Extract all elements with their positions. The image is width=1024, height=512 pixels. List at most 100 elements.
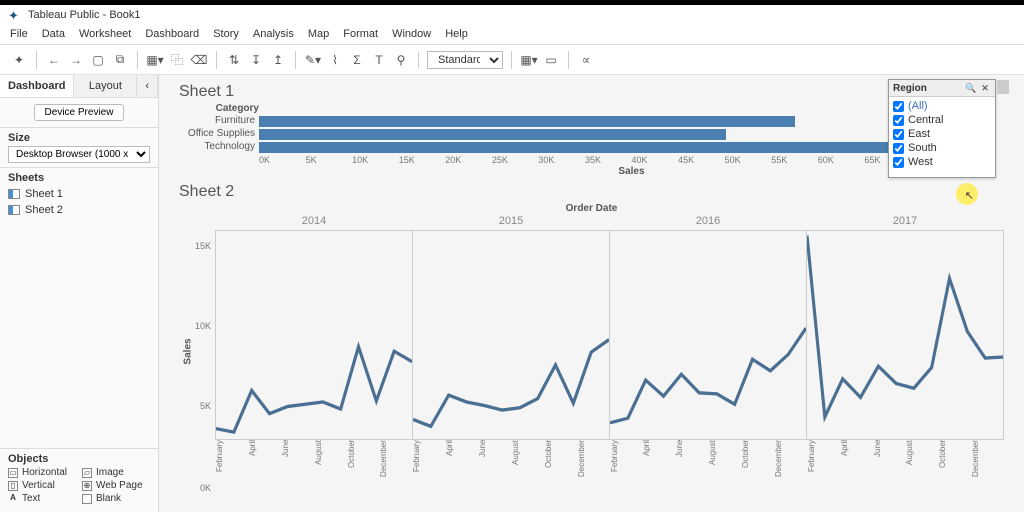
labels-icon[interactable]: T [370,51,388,69]
tab-layout[interactable]: Layout [74,75,137,97]
image-icon: ▱ [82,468,92,478]
object-webpage[interactable]: ⊕Web Page [82,480,150,491]
menu-story[interactable]: Story [213,28,239,40]
chart2-xtick: April [642,440,675,488]
chart2-panel-2017[interactable]: 2017 [807,231,1003,439]
chart2-xtick: February [412,440,445,488]
sheet-list-item[interactable]: Sheet 2 [8,202,150,218]
menu-analysis[interactable]: Analysis [253,28,294,40]
chart1-xtick: 20K [445,155,492,165]
chart2-xtick: August [314,440,347,488]
dashboard-canvas[interactable]: Sheet 1 Category Furniture Office Suppli… [159,75,1024,512]
menu-format[interactable]: Format [343,28,378,40]
filter-checkbox[interactable] [893,157,904,168]
filter-checkbox[interactable] [893,143,904,154]
globe-icon: ⊕ [82,481,92,491]
totals-icon[interactable]: Σ [348,51,366,69]
new-worksheet-icon[interactable]: ▦▾ [146,51,164,69]
filter-close-icon[interactable]: ✕ [979,82,991,94]
sheet1-chart[interactable]: Category Furniture Office Supplies Techn… [179,103,1004,177]
bar-office-supplies[interactable] [259,129,726,140]
bar-furniture[interactable] [259,116,795,127]
region-filter-card[interactable]: Region 🔍 ✕ (All)CentralEastSouthWest [888,79,996,178]
chart2-xtick: October [347,440,380,488]
object-horizontal[interactable]: ▭Horizontal [8,467,76,478]
filter-option[interactable]: South [893,141,991,155]
menu-file[interactable]: File [10,28,28,40]
chart2-xtick: December [774,440,807,488]
sheets-label: Sheets [8,172,150,184]
filter-option[interactable]: West [893,155,991,169]
duplicate-icon[interactable]: ⿻ [168,51,186,69]
highlight-icon[interactable]: ✎▾ [304,51,322,69]
chart2-xtick: June [873,440,906,488]
object-vertical[interactable]: ▯Vertical [8,480,76,491]
worksheet-icon [8,205,20,215]
sheet-name: Sheet 1 [25,188,63,200]
object-text[interactable]: AText [8,493,76,504]
chart1-xtick: 55K [771,155,818,165]
sidebar: Dashboard Layout ‹ Device Preview Size D… [0,75,159,512]
chart2-xtick: August [708,440,741,488]
tableau-logo-icon [8,8,22,22]
menu-dashboard[interactable]: Dashboard [145,28,199,40]
pin-icon[interactable]: ⚲ [392,51,410,69]
presentation-icon[interactable]: ▭ [542,51,560,69]
tableau-icon[interactable]: ✦ [10,51,28,69]
object-blank[interactable]: Blank [82,493,150,504]
size-dropdown[interactable]: Desktop Browser (1000 x 800) [8,146,150,163]
filter-option[interactable]: East [893,127,991,141]
menu-window[interactable]: Window [392,28,431,40]
fit-dropdown[interactable]: Standard [427,51,503,69]
blank-icon [82,494,92,504]
undo-icon[interactable]: ← [45,51,63,69]
chart1-xtick: 45K [678,155,725,165]
chart1-xtick: 10K [352,155,399,165]
sheet2-title: Sheet 2 [179,183,1004,201]
share-icon[interactable]: ∝ [577,51,595,69]
chart2-xtick: June [281,440,314,488]
redo-icon[interactable]: → [67,51,85,69]
filter-option-label: (All) [908,100,928,112]
menu-map[interactable]: Map [308,28,329,40]
sort-desc-icon[interactable]: ↥ [269,51,287,69]
chart2-panel-2014[interactable]: 2014 [216,231,413,439]
sheet2-chart[interactable]: Order Date Sales 15K 10K 5K 0K 201420152… [179,203,1004,488]
menu-worksheet[interactable]: Worksheet [79,28,131,40]
chart2-panel-2015[interactable]: 2015 [413,231,610,439]
title-bar: Tableau Public - Book1 [0,5,1024,25]
vertical-icon: ▯ [8,481,18,491]
filter-checkbox[interactable] [893,101,904,112]
menu-help[interactable]: Help [445,28,468,40]
chart2-xtick: April [840,440,873,488]
new-data-icon[interactable]: ⧉ [111,51,129,69]
device-preview-button[interactable]: Device Preview [34,104,125,121]
chart2-xtick: February [215,440,248,488]
chart2-ytitle: Sales [183,338,194,364]
chart2-panel-2016[interactable]: 2016 [610,231,807,439]
menu-data[interactable]: Data [42,28,65,40]
tab-collapse-icon[interactable]: ‹ [137,75,158,97]
sheet-list-item[interactable]: Sheet 1 [8,186,150,202]
scrollbar-stub[interactable] [997,80,1009,94]
filter-option[interactable]: Central [893,113,991,127]
show-cards-icon[interactable]: ▦▾ [520,51,538,69]
chart1-xtick: 30K [538,155,585,165]
filter-option[interactable]: (All) [893,99,991,113]
filter-option-label: Central [908,114,943,126]
chart2-year-label: 2014 [216,215,412,227]
group-icon[interactable]: ⌇ [326,51,344,69]
filter-checkbox[interactable] [893,129,904,140]
filter-search-icon[interactable]: 🔍 [965,82,977,94]
bar-technology[interactable] [259,142,954,153]
filter-checkbox[interactable] [893,115,904,126]
sort-asc-icon[interactable]: ↧ [247,51,265,69]
chart1-xtick: 25K [492,155,539,165]
chart2-xtick: August [905,440,938,488]
object-image[interactable]: ▱Image [82,467,150,478]
swap-icon[interactable]: ⇅ [225,51,243,69]
size-label: Size [8,132,150,144]
save-icon[interactable]: ▢ [89,51,107,69]
tab-dashboard[interactable]: Dashboard [0,75,74,97]
clear-icon[interactable]: ⌫ [190,51,208,69]
